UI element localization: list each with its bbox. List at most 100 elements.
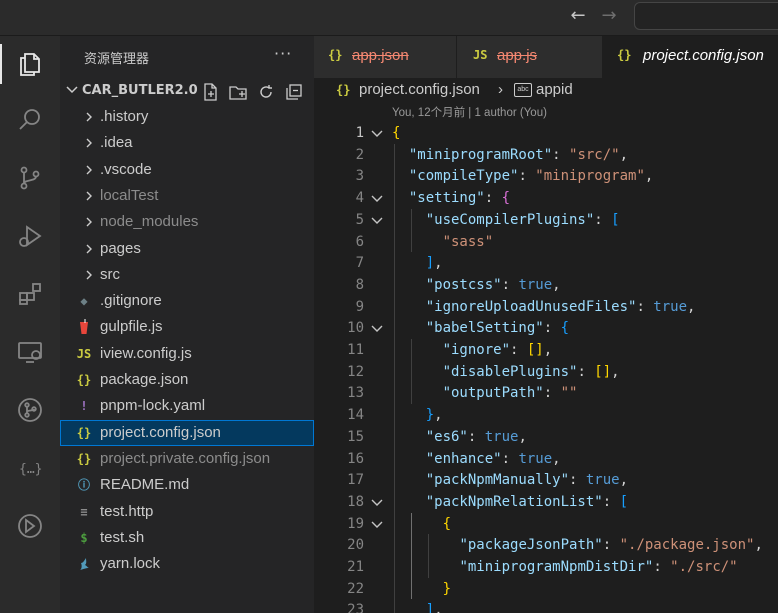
new-folder-icon[interactable] [228, 82, 248, 102]
tree-item-label: pnpm-lock.yaml [100, 397, 206, 415]
arrow-right-icon[interactable]: → [597, 5, 621, 27]
tree-folder[interactable]: localTest [60, 183, 314, 209]
tree-file[interactable]: ⓘ README.md [60, 472, 314, 498]
code-line: "babelSetting": { [425, 320, 570, 337]
file-type-icon: ◆ [80, 294, 88, 309]
extensions-icon[interactable] [0, 270, 60, 318]
chevron-right-icon [86, 191, 92, 201]
line-number: 11 [347, 342, 364, 358]
git-graph-icon[interactable] [0, 386, 60, 434]
tree-item-label: project.private.config.json [100, 449, 271, 467]
breadcrumb-file[interactable]: project.config.json [359, 81, 480, 98]
tree-item-label: test.http [100, 502, 154, 520]
file-type-icon: {} [76, 425, 92, 440]
string-symbol-icon: abc [514, 83, 532, 97]
line-number: 2 [355, 146, 364, 163]
code-line: "postcss": true, [425, 276, 561, 293]
code-line: "ignoreUploadUnusedFiles": true, [425, 298, 696, 315]
indent-guide [410, 339, 412, 405]
tab-label: app.json [352, 47, 409, 64]
line-number: 19 [347, 515, 364, 532]
tab-project-config-json[interactable]: {} project.config.json [603, 36, 778, 78]
tree-file[interactable]: gulpfile.js [60, 314, 314, 340]
indent-guide [410, 512, 412, 600]
tree-folder[interactable]: pages [60, 236, 314, 262]
chevron-down-icon [66, 86, 78, 94]
tab-app-json[interactable]: {} app.json [314, 36, 457, 78]
line-number: 9 [355, 298, 364, 315]
line-number: 10 [347, 320, 364, 337]
breadcrumb-separator: › [498, 81, 503, 98]
line-number: 8 [355, 276, 364, 293]
tree-item-label: project.config.json [100, 423, 221, 441]
tree-folder[interactable]: src [60, 262, 314, 288]
tree-file[interactable]: $ test.sh [60, 525, 314, 551]
file-type-icon: JS [76, 346, 92, 361]
tree-file[interactable]: {} project.private.config.json [60, 446, 314, 472]
code-line: "disablePlugins": [], [442, 363, 620, 380]
tree-folder[interactable]: .history [60, 104, 314, 130]
line-number: 4 [355, 190, 364, 207]
code-line: "outputPath": "" [442, 385, 578, 402]
explorer-sidebar: 资源管理器 ··· CAR_BUTLER2.0 .history .idea .vs… [60, 36, 314, 613]
arrow-left-icon[interactable]: ← [566, 5, 590, 27]
source-control-icon[interactable] [0, 154, 60, 202]
tree-item-label: package.json [100, 371, 189, 388]
line-number: 22 [347, 580, 364, 597]
code-line: ], [425, 255, 443, 272]
editor-tabs: {} app.json JS app.js {} project.config.json [314, 36, 778, 78]
breadcrumb-symbol[interactable]: appid [536, 81, 573, 98]
collapse-all-icon[interactable] [284, 82, 304, 102]
command-center-search[interactable] [634, 2, 778, 30]
explorer-icon[interactable] [0, 40, 60, 88]
line-number: 16 [347, 450, 364, 467]
tab-app-js[interactable]: JS app.js [457, 36, 603, 78]
breadcrumb: {} project.config.json › abc appid [314, 78, 778, 102]
refresh-icon[interactable] [256, 82, 276, 102]
tree-folder[interactable]: node_modules [60, 209, 314, 235]
fold-chevron-icon[interactable] [370, 491, 384, 513]
tree-file[interactable]: JS iview.config.js [60, 341, 314, 367]
tree-file[interactable]: {} package.json [60, 367, 314, 393]
svg-text:{…}: {…} [19, 462, 42, 477]
fold-chevron-icon[interactable] [370, 513, 384, 535]
json-icon[interactable]: {…} [0, 444, 60, 492]
file-type-icon [76, 318, 92, 336]
tree-folder[interactable]: .idea [60, 130, 314, 156]
tree-file[interactable]: yarn.lock [60, 551, 314, 577]
code-line: } [442, 580, 452, 597]
editor-area: {} app.json JS app.js{} project.config.json … [314, 36, 778, 613]
tree-file[interactable]: {} project.config.json [60, 419, 314, 446]
tree-file[interactable]: ◆ .gitignore [60, 288, 314, 314]
line-number: 6 [355, 233, 364, 250]
remote-explorer-icon[interactable] [0, 328, 60, 376]
tree-item-label: localTest [100, 186, 159, 204]
code-line: "compileType": "miniprogram", [408, 168, 654, 185]
fold-chevron-icon[interactable] [370, 122, 384, 144]
tree-file[interactable]: ! pnpm-lock.yaml [60, 393, 314, 419]
codelens-blame[interactable]: You, 12个月前 | 1 author (You) [392, 104, 547, 120]
line-number: 15 [347, 428, 364, 445]
new-file-icon[interactable] [200, 82, 220, 102]
tree-folder[interactable]: .vscode [60, 157, 314, 183]
test-icon[interactable] [0, 502, 60, 550]
run-debug-icon[interactable] [0, 212, 60, 260]
tree-item-label: .gitignore [100, 292, 162, 310]
more-actions-icon[interactable]: ··· [274, 44, 292, 63]
chevron-right-icon [86, 112, 92, 122]
tree-item-label: iview.config.js [100, 344, 192, 362]
tree-item-label: node_modules [100, 213, 199, 231]
code-line: "ignore": [], [442, 342, 553, 358]
chevron-right-icon [86, 244, 92, 253]
project-root[interactable]: CAR_BUTLER2.0 [60, 78, 314, 104]
fold-chevron-icon[interactable] [370, 317, 384, 339]
code-editor[interactable]: 1 {2 "miniprogramRoot": "src/", 3 "compile… [314, 122, 778, 613]
chevron-right-icon [86, 217, 92, 227]
fold-chevron-icon[interactable] [370, 209, 384, 231]
code-line: "es6": true, [425, 428, 527, 445]
code-line: { [392, 125, 401, 141]
file-type-icon: {} [76, 451, 92, 466]
tree-file[interactable]: ≡ test.http [60, 499, 314, 525]
fold-chevron-icon[interactable] [370, 187, 384, 209]
search-icon[interactable] [0, 96, 60, 144]
